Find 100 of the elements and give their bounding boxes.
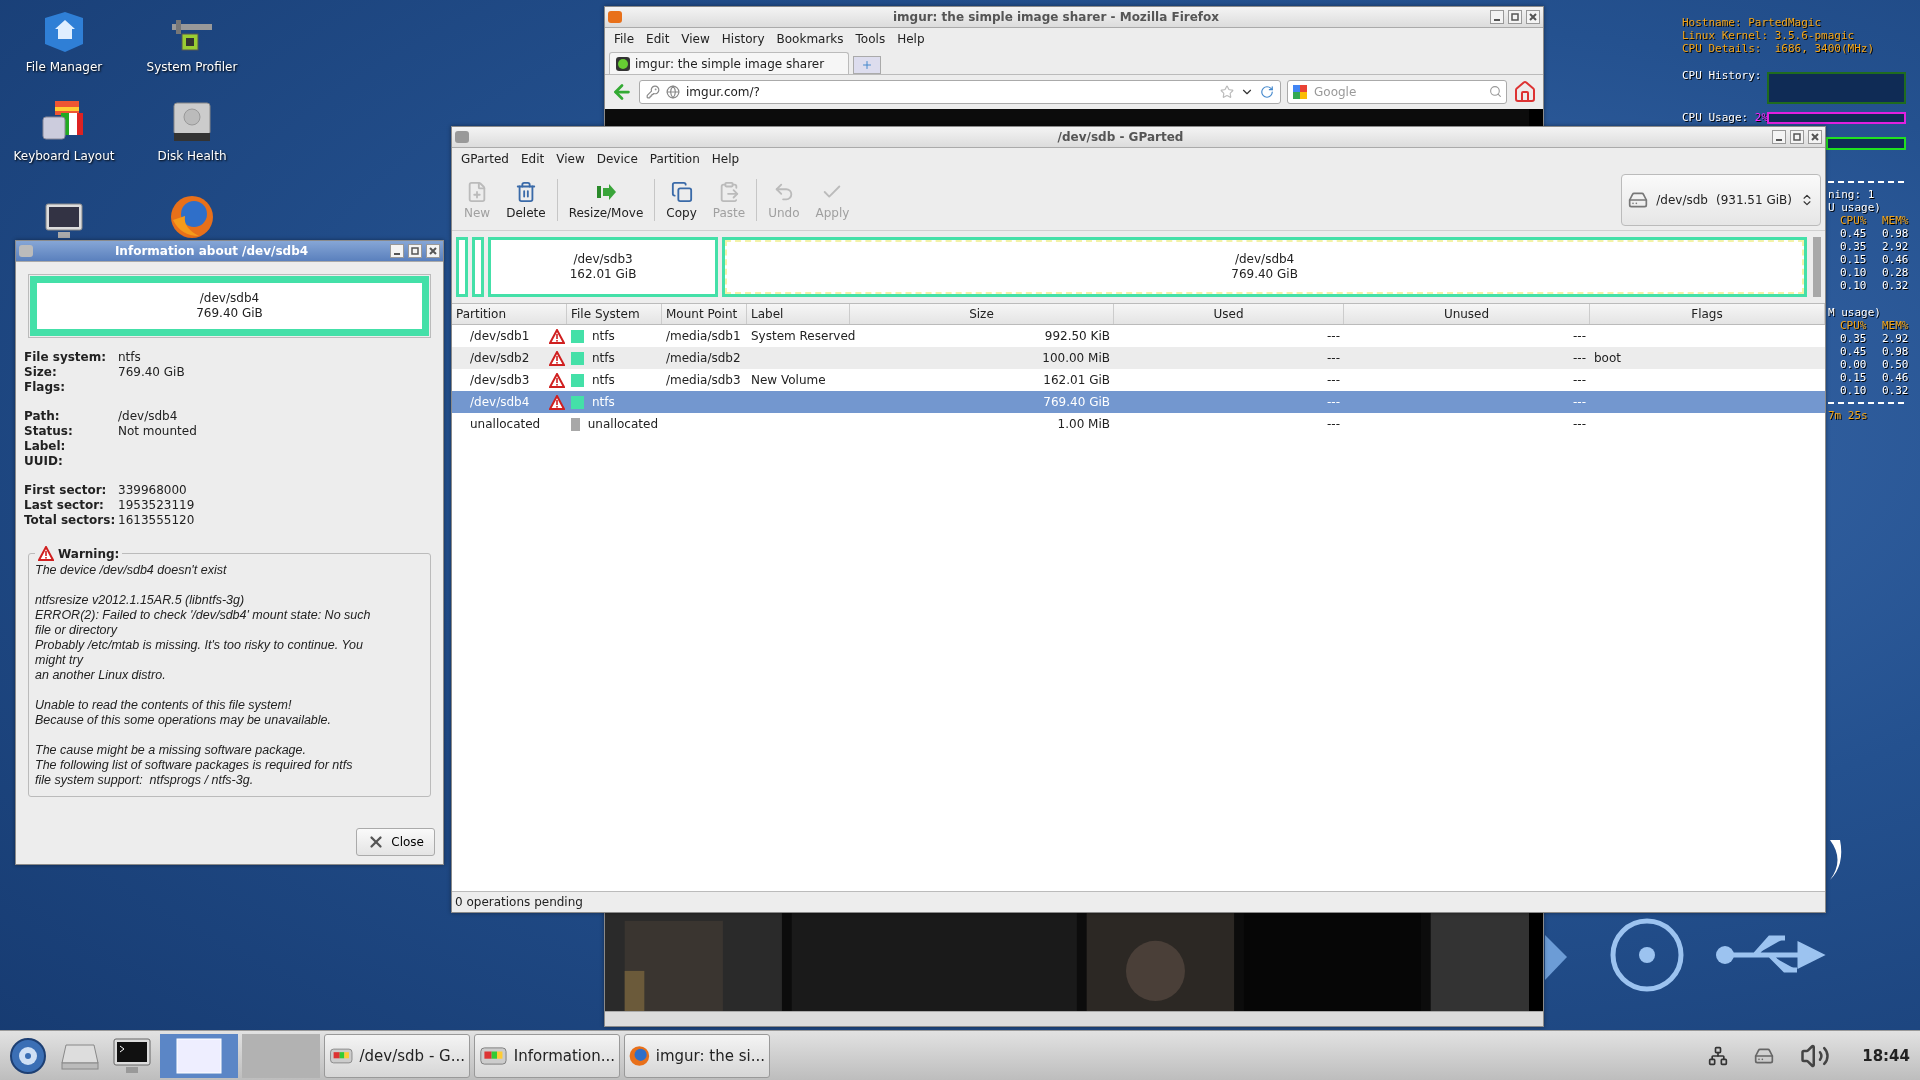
star-icon[interactable] [1220,85,1234,99]
close-icon [1811,133,1819,141]
copy-icon [670,180,693,203]
column-header[interactable]: File System [567,304,662,324]
desktop-icon-label[interactable]: System Profiler [146,60,238,74]
menu-item[interactable]: File [609,30,640,48]
column-header[interactable]: Mount Point [662,304,747,324]
device-selector[interactable]: /dev/sdb (931.51 GiB) [1621,174,1821,226]
search-engine-icon[interactable] [1292,84,1308,100]
partition-block[interactable]: /dev/sdb3 162.01 GiB [487,237,719,297]
close-button[interactable] [1526,10,1540,24]
minimize-button[interactable] [1772,130,1786,144]
maximize-button[interactable] [1790,130,1804,144]
menu-item[interactable]: View [676,30,715,48]
process-table-heading: U usage) [1828,201,1882,214]
back-icon[interactable] [611,81,633,103]
globe-icon[interactable] [169,194,215,240]
menu-item[interactable]: Bookmarks [771,30,849,48]
horizontal-scrollbar[interactable] [605,1011,1543,1026]
detail-value: 769.40 GiB [118,365,186,380]
close-button[interactable] [1808,130,1822,144]
network-icon[interactable] [1708,1045,1729,1066]
search-icon[interactable] [1489,85,1502,98]
menu-item[interactable]: Tools [850,30,891,48]
detail-value: 1953523119 [118,498,196,513]
process-table-heading: M usage) [1828,306,1882,319]
detail-label: Flags: [24,380,66,395]
process-value: 0.46 [1882,253,1910,266]
system-info-line: CPU Details: i686, 3400(MHz) [1682,42,1875,55]
address-field[interactable]: imgur.com/? [639,80,1281,104]
task-button[interactable]: /dev/sdb - G... [324,1033,470,1078]
process-value: 0.98 [1882,345,1910,358]
warning-text: Unable to read the contents of this file system! Because of this some operations may be unavailable. [35,698,332,728]
detail-label: Total sectors: [24,513,117,528]
process-value: 0.45 [1840,227,1868,240]
menu-item[interactable]: Edit [516,150,550,168]
search-field[interactable]: Google [1287,80,1507,104]
column-header[interactable]: Label [747,304,850,324]
scrollbar[interactable] [1813,237,1821,297]
window-thumbnail-icon [176,1037,222,1074]
desktop-icon-label[interactable]: File Manager [25,60,103,74]
close-dialog-button[interactable]: Close [356,828,435,856]
menu-item[interactable]: Partition [644,150,705,168]
detail-label: File system: [24,350,108,365]
minimize-button[interactable] [1490,10,1504,24]
menu-item[interactable]: History [716,30,770,48]
task-button[interactable]: Information... [474,1033,620,1078]
partition-graphic: /dev/sdb4 769.40 GiB [30,276,429,336]
site-icon [616,56,630,71]
close-button[interactable] [426,244,440,258]
cpu-usage-label: CPU Usage: [1682,111,1750,124]
column-header[interactable]: Size [850,304,1114,324]
cpu-history-label: CPU History: [1682,69,1762,82]
desktop-icon-label[interactable]: Keyboard Layout [13,149,115,163]
key-icon[interactable] [646,85,660,99]
menu-item[interactable]: GParted [456,150,514,168]
task-button[interactable]: imgur: the si... [624,1033,770,1078]
maximize-icon [411,247,419,255]
column-header[interactable]: Flags [1590,304,1825,324]
hard-drive-icon[interactable] [171,101,213,143]
detail-value: ntfs [118,350,142,365]
process-value: 0.98 [1882,227,1910,240]
clock: 18:44 [1862,1046,1910,1065]
desktop-icon-label[interactable]: Disk Health [157,149,227,163]
monitor-icon[interactable] [44,202,84,240]
detail-label: Label: [24,439,67,454]
menu-item[interactable]: Help [706,150,745,168]
menu-item[interactable]: Device [591,150,643,168]
process-value: 0.15 [1840,371,1868,384]
maximize-button[interactable] [1508,10,1522,24]
column-header[interactable]: Unused [1344,304,1590,324]
detail-value: Not mounted [118,424,198,439]
column-header: CPU% [1840,214,1868,227]
partition-block[interactable]: /dev/sdb4 769.40 GiB [722,237,1807,297]
detail-label: UUID: [24,454,64,469]
process-value: 0.28 [1882,266,1910,279]
maximize-button[interactable] [408,244,422,258]
minimize-button[interactable] [390,244,404,258]
menu-item[interactable]: Edit [641,30,675,48]
reload-icon[interactable] [1260,85,1274,99]
caliper-icon[interactable] [170,18,214,54]
terminal-icon [112,1036,152,1075]
menu-item[interactable]: View [551,150,590,168]
partition-row[interactable]: /dev/sdb2 ntfs /media/sdb2 100.00 MiB --- --- boot [452,347,1825,369]
process-value: 2.92 [1882,240,1910,253]
detail-value: /dev/sdb4 [118,409,179,424]
process-value: 0.10 [1840,266,1868,279]
maximize-icon [1793,133,1801,141]
process-value: 2.92 [1882,332,1910,345]
menu-item[interactable]: Help [892,30,930,48]
toolbar-button[interactable]: Delete [498,176,554,224]
column-header[interactable]: Partition [452,304,567,324]
detail-label: Size: [24,365,58,380]
cpu-usage-value: 2% [1754,111,1769,124]
browser-tab[interactable]: imgur: the simple image sharer [609,52,849,74]
toolbar-button[interactable]: Resize/Move [560,176,652,224]
toolbar-button[interactable]: Copy [658,176,705,224]
column-header[interactable]: Used [1114,304,1344,324]
column-header: MEM% [1882,319,1910,332]
home-icon[interactable] [1513,80,1537,104]
